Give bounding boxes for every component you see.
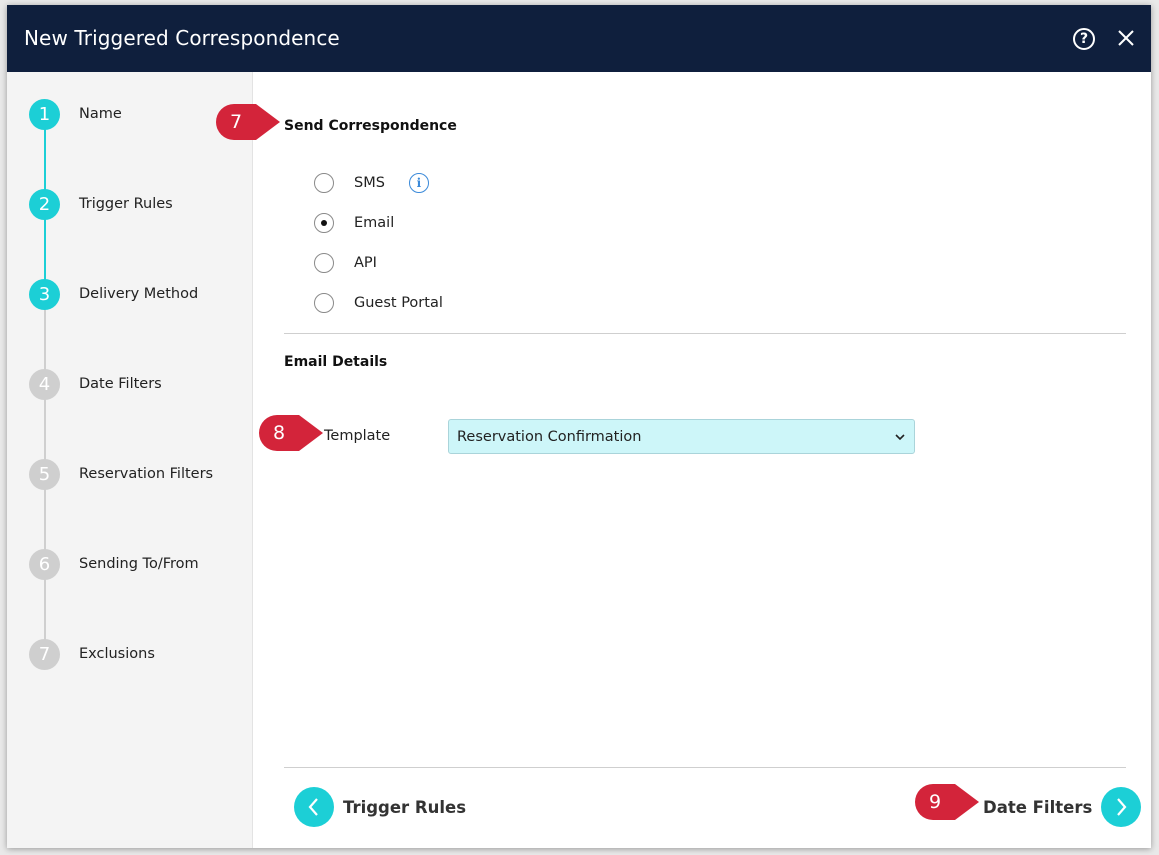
callout-marker: 7 xyxy=(214,102,284,142)
radio-button[interactable] xyxy=(314,213,334,233)
step-number: 4 xyxy=(29,368,60,400)
step-label: Sending To/From xyxy=(79,556,199,572)
radio-guest-portal[interactable]: Guest Portal xyxy=(314,292,443,314)
step-exclusions[interactable]: 7 Exclusions xyxy=(29,638,155,670)
step-number: 7 xyxy=(29,638,60,670)
section-divider xyxy=(284,333,1126,334)
radio-label: SMS xyxy=(354,175,385,191)
callout-marker: 9 xyxy=(913,782,983,822)
radio-button[interactable] xyxy=(314,293,334,313)
radio-button[interactable] xyxy=(314,253,334,273)
send-correspondence-title: Send Correspondence xyxy=(284,118,457,134)
next-button[interactable]: Date Filters xyxy=(983,787,1142,827)
footer-divider xyxy=(284,767,1126,768)
chevron-left-icon xyxy=(294,787,334,827)
wizard-stepper: 1 Name 2 Trigger Rules 3 Delivery Method… xyxy=(7,72,253,848)
dialog: New Triggered Correspondence ? 1 Name 2 … xyxy=(7,5,1151,848)
callout-number: 9 xyxy=(928,791,942,813)
radio-label: API xyxy=(354,255,377,271)
back-button[interactable]: Trigger Rules xyxy=(294,787,466,827)
step-number: 6 xyxy=(29,548,60,580)
step-sending-to-from[interactable]: 6 Sending To/From xyxy=(29,548,199,580)
template-label: Template xyxy=(324,428,391,444)
radio-api[interactable]: API xyxy=(314,252,377,274)
radio-selected-dot xyxy=(321,220,327,226)
step-number: 1 xyxy=(29,98,60,130)
close-icon[interactable] xyxy=(1115,27,1137,49)
step-label: Reservation Filters xyxy=(79,466,214,482)
chevron-right-icon xyxy=(1101,787,1142,827)
radio-label: Email xyxy=(354,215,395,231)
next-button-label: Date Filters xyxy=(983,797,1093,817)
info-icon[interactable]: i xyxy=(408,173,429,193)
callout-number: 7 xyxy=(229,111,243,133)
radio-button[interactable] xyxy=(314,173,334,193)
step-trigger-rules[interactable]: 2 Trigger Rules xyxy=(29,188,173,220)
step-label: Date Filters xyxy=(79,376,162,392)
chevron-down-icon xyxy=(895,434,905,441)
main-content: Send Correspondence SMS i Email API Gues… xyxy=(254,72,1151,848)
step-delivery-method[interactable]: 3 Delivery Method xyxy=(29,278,198,310)
template-select-value: Reservation Confirmation xyxy=(457,428,642,445)
step-label: Name xyxy=(79,106,122,122)
back-button-label: Trigger Rules xyxy=(343,797,467,817)
step-number: 3 xyxy=(29,278,60,310)
help-icon[interactable]: ? xyxy=(1073,28,1095,50)
step-number: 2 xyxy=(29,188,60,220)
step-number: 5 xyxy=(29,458,60,490)
callout-marker: 8 xyxy=(257,413,327,453)
email-details-title: Email Details xyxy=(284,354,388,370)
dialog-title: New Triggered Correspondence xyxy=(24,26,340,50)
step-date-filters[interactable]: 4 Date Filters xyxy=(29,368,162,400)
step-label: Trigger Rules xyxy=(79,196,173,212)
radio-label: Guest Portal xyxy=(354,295,443,311)
step-label: Exclusions xyxy=(79,646,155,662)
step-name[interactable]: 1 Name xyxy=(29,98,122,130)
radio-sms[interactable]: SMS i xyxy=(314,172,429,194)
callout-number: 8 xyxy=(272,422,286,444)
step-reservation-filters[interactable]: 5 Reservation Filters xyxy=(29,458,213,490)
step-label: Delivery Method xyxy=(79,286,199,302)
dialog-header: New Triggered Correspondence ? xyxy=(7,5,1151,72)
radio-email[interactable]: Email xyxy=(314,212,394,234)
template-select[interactable]: Reservation Confirmation xyxy=(448,419,915,454)
